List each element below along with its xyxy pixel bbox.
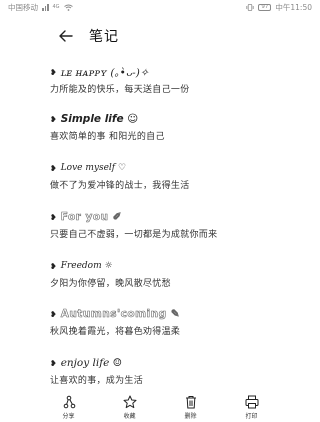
print-button[interactable]: 打印 bbox=[234, 395, 270, 420]
trash-icon bbox=[185, 395, 196, 408]
share-button[interactable]: 分享 bbox=[51, 395, 87, 420]
diamond-bullet-icon: ❥ bbox=[50, 358, 57, 368]
wifi-icon bbox=[63, 4, 73, 11]
note-heading: Love myself ♡ bbox=[60, 163, 127, 173]
note-item: ❥ Autumns'coming ✎ 秋风挽着霞光，将暮色劝得温柔 bbox=[50, 306, 300, 337]
note-heading: For you ✐ bbox=[60, 211, 122, 224]
diamond-bullet-icon: ❥ bbox=[50, 114, 57, 124]
printer-icon bbox=[245, 395, 258, 408]
note-heading: enjoy life ☺ bbox=[60, 357, 123, 369]
note-text: 让喜欢的事，成为生活 bbox=[50, 376, 144, 386]
page-title: 笔记 bbox=[89, 29, 119, 45]
delete-button[interactable]: 删除 bbox=[173, 395, 209, 420]
signal-icon bbox=[42, 3, 49, 11]
print-label: 打印 bbox=[245, 412, 258, 420]
note-text: 做不了为爱冲锋的战士，我得生活 bbox=[50, 181, 190, 191]
network-type: 4G bbox=[52, 4, 60, 10]
diamond-bullet-icon: ❥ bbox=[50, 163, 57, 173]
carrier-label: 中国移动 bbox=[8, 2, 38, 12]
note-item: ❥ Freedom ☼ 夕阳为你停留，晚风散尽忧愁 bbox=[50, 258, 300, 289]
note-text: 力所能及的快乐，每天送自己一份 bbox=[50, 85, 190, 95]
star-icon bbox=[123, 395, 136, 408]
back-button[interactable] bbox=[55, 25, 77, 47]
note-item: ❥ ʟᴇ ʜᴀᴘᴘʏ (｡•̀ᴗ-)✧ 力所能及的快乐，每天送自己一份 bbox=[50, 64, 300, 96]
share-label: 分享 bbox=[62, 412, 75, 420]
status-right: 97 中午11:50 bbox=[246, 2, 312, 13]
note-text: 夕阳为你停留，晚风散尽忧愁 bbox=[50, 279, 171, 289]
note-item: ❥ Love myself ♡ 做不了为爱冲锋的战士，我得生活 bbox=[50, 160, 300, 191]
status-bar: 中国移动 4G 97 中午11:50 bbox=[0, 0, 320, 14]
note-heading: Freedom ☼ bbox=[60, 261, 113, 271]
arrow-left-icon bbox=[59, 30, 73, 42]
note-text: 喜欢简单的事 和阳光的自己 bbox=[50, 132, 165, 142]
note-text: 秋风挽着霞光，将暮色劝得温柔 bbox=[50, 327, 181, 337]
diamond-bullet-icon: ❥ bbox=[50, 261, 57, 271]
note-heading: Simple life ☺ bbox=[60, 113, 139, 125]
favorite-button[interactable]: 收藏 bbox=[112, 395, 148, 420]
battery-icon: 97 bbox=[258, 3, 272, 11]
clock: 中午11:50 bbox=[275, 2, 312, 12]
diamond-bullet-icon: ❥ bbox=[50, 309, 57, 319]
header: 笔记 bbox=[0, 22, 320, 50]
status-left: 中国移动 4G bbox=[8, 2, 73, 13]
diamond-bullet-icon: ❥ bbox=[50, 212, 57, 222]
note-item: ❥ enjoy life ☺ 让喜欢的事，成为生活 bbox=[50, 355, 300, 386]
note-heading: Autumns'coming ✎ bbox=[60, 308, 181, 321]
note-item: ❥ Simple life ☺ 喜欢简单的事 和阳光的自己 bbox=[50, 111, 300, 142]
share-icon bbox=[63, 395, 75, 408]
bottom-toolbar: 分享 收藏 删除 打印 bbox=[0, 392, 320, 422]
vibrate-icon bbox=[246, 3, 254, 11]
note-heading: ʟᴇ ʜᴀᴘᴘʏ (｡•̀ᴗ-)✧ bbox=[60, 66, 149, 79]
note-item: ❥ For you ✐ 只要自己不虚弱，一切都是为成就你而来 bbox=[50, 209, 300, 240]
diamond-bullet-icon: ❥ bbox=[50, 67, 57, 77]
note-text: 只要自己不虚弱，一切都是为成就你而来 bbox=[50, 230, 218, 240]
delete-label: 删除 bbox=[184, 412, 197, 420]
favorite-label: 收藏 bbox=[123, 412, 136, 420]
